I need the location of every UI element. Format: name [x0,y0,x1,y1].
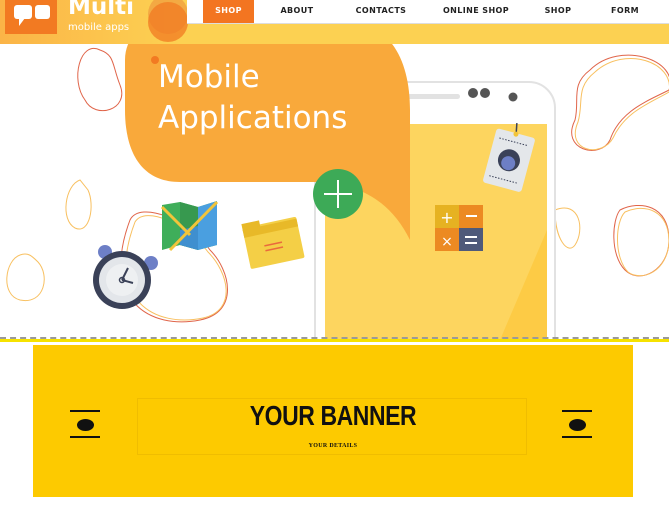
alarm-clock-icon [93,245,158,309]
calculator-icon: + × [435,205,483,251]
nav-item-shop[interactable]: SHOP [203,0,254,23]
nav-item-online-shop[interactable]: ONLINE SHOP [432,0,520,23]
folder-icon [241,217,305,269]
nav-item-shop-2[interactable]: SHOP [535,0,581,23]
main-nav: SHOP ABOUT CONTACTS ONLINE SHOP SHOP FOR… [187,0,669,24]
section-divider-line [0,339,669,342]
nav-item-about[interactable]: ABOUT [267,0,327,23]
hero-title-line2: Applications [158,100,348,136]
plus-icon [313,169,363,219]
brand-name: Multi [68,0,135,20]
svg-text:×: × [441,234,453,250]
hero-illustration: + × Mobile Applications [0,44,669,340]
logo[interactable] [5,0,57,34]
promo-banner[interactable]: YOUR BANNER YOUR DETAILS [33,345,633,497]
chat-bubble-icon [14,5,50,26]
map-icon [160,200,219,252]
hero-title-line1: Mobile [158,59,260,95]
hero-art: + × [6,44,669,340]
svg-text:+: + [440,208,453,227]
nav-item-contacts[interactable]: CONTACTS [347,0,415,23]
banner-details: YOUR DETAILS [308,443,358,449]
brand-tagline: mobile apps [68,22,130,33]
nav-item-form[interactable]: FORM [602,0,648,23]
banner-title: YOUR BANNER [249,400,417,431]
next-arrow-icon[interactable] [562,410,592,438]
